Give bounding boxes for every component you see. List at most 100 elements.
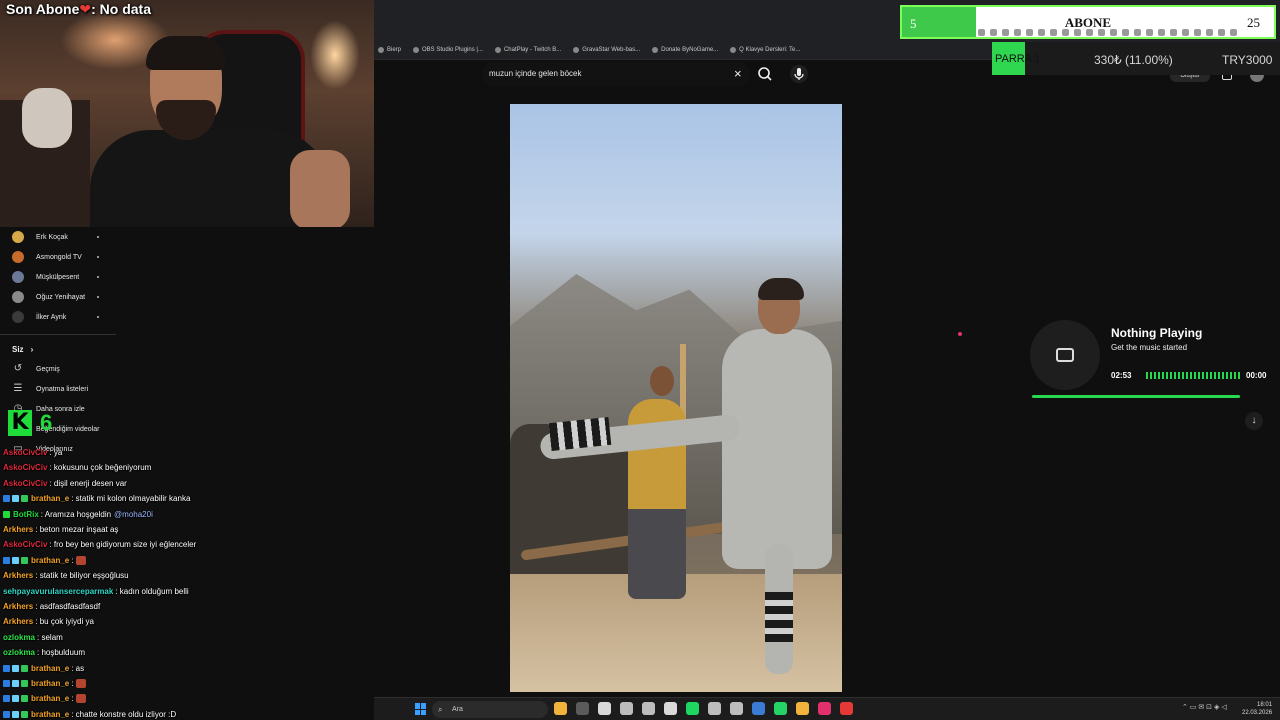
music-elapsed-time: 02:53 bbox=[1111, 371, 1132, 380]
chat-username[interactable]: brathan_e bbox=[31, 494, 69, 503]
channel-avatar bbox=[12, 291, 24, 303]
music-remaining-time: 00:00 bbox=[1246, 371, 1267, 380]
chat-badges bbox=[3, 495, 28, 503]
chat-text: : kadın olduğum belli bbox=[115, 586, 189, 596]
equalizer-bar bbox=[1178, 372, 1180, 379]
bookmark-label: OBS Studio Plugins |... bbox=[422, 46, 483, 53]
equalizer-bar bbox=[1194, 372, 1196, 379]
chat-username[interactable]: Arkhers bbox=[3, 617, 33, 626]
taskbar-app-icon[interactable] bbox=[642, 702, 655, 715]
scroll-down-icon[interactable]: ↓ bbox=[1245, 412, 1263, 430]
taskbar-app-icon[interactable] bbox=[664, 702, 677, 715]
shorts-video-player[interactable] bbox=[510, 104, 842, 692]
chat-text: : Aramıza hoşgeldin bbox=[40, 509, 112, 519]
sidebar-item-label: Geçmiş bbox=[36, 365, 60, 373]
badge-icon bbox=[3, 664, 10, 672]
chat-username[interactable]: BotRix bbox=[13, 510, 39, 519]
subscription-item[interactable]: Müşkülpesent bbox=[0, 267, 116, 287]
plush-toy bbox=[22, 88, 72, 148]
chat-message: brathan_e: chatte konstre oldu izliyor :… bbox=[3, 707, 176, 720]
emote-icon bbox=[76, 679, 87, 688]
chat-username[interactable]: brathan_e bbox=[31, 556, 69, 565]
chat-username[interactable]: brathan_e bbox=[31, 710, 69, 719]
system-tray[interactable]: ⌃ ▭ ✉ ⊡ ◈ ◁ bbox=[1182, 703, 1227, 711]
search-icon: ⌕ bbox=[438, 705, 443, 714]
taskbar-app-icon[interactable] bbox=[796, 702, 809, 715]
equalizer-bar bbox=[1226, 372, 1228, 379]
chat-badges bbox=[3, 695, 28, 703]
windows-start-icon[interactable] bbox=[415, 703, 427, 715]
subscription-item[interactable]: Oğuz Yenihayat bbox=[0, 287, 116, 307]
bookmark-item[interactable]: OBS Studio Plugins |... bbox=[413, 46, 483, 53]
chat-text: : statik te biliyor eşşoğlusu bbox=[35, 571, 129, 581]
bookmark-item[interactable]: Q Klavye Dersleri: Te... bbox=[730, 46, 800, 53]
chat-username[interactable]: sehpayavurulanserceparmak bbox=[3, 587, 113, 596]
chat-username[interactable]: AskoCivCiv bbox=[3, 540, 47, 549]
subscription-item[interactable]: İlker Aynk bbox=[0, 307, 116, 327]
chat-username[interactable]: Arkhers bbox=[3, 602, 33, 611]
chat-text: : as bbox=[71, 663, 85, 673]
taskbar-app-icon[interactable] bbox=[840, 702, 853, 715]
taskbar-app-icon[interactable] bbox=[752, 702, 765, 715]
bookmark-item[interactable]: Bierp bbox=[378, 46, 401, 53]
bookmark-label: Donate ByNoGame... bbox=[661, 46, 719, 53]
chat-username[interactable]: ozlokma bbox=[3, 633, 35, 642]
taskbar-app-icon[interactable] bbox=[576, 702, 589, 715]
search-icon[interactable] bbox=[755, 64, 775, 84]
windows-taskbar: ⌕ Ara ⌃ ▭ ✉ ⊡ ◈ ◁ 18:01 22.03.2026 bbox=[374, 697, 1280, 720]
chat-message: Arkhers: statik te biliyor eşşoğlusu bbox=[3, 568, 129, 583]
sidebar-item[interactable]: ☰ Oynatma listeleri bbox=[0, 379, 116, 399]
chat-username[interactable]: brathan_e bbox=[31, 694, 69, 703]
equalizer-bar bbox=[1190, 372, 1192, 379]
microphone-icon[interactable] bbox=[789, 64, 809, 84]
chat-text: : kokusunu çok beğeniyorum bbox=[49, 463, 152, 473]
chat-username[interactable]: AskoCivCiv bbox=[3, 463, 47, 472]
channel-avatar bbox=[12, 311, 24, 323]
badge-icon bbox=[3, 695, 10, 703]
chat-username[interactable]: brathan_e bbox=[31, 679, 69, 688]
subscription-label: Asmongold TV bbox=[36, 253, 82, 261]
badge-icon bbox=[21, 664, 28, 672]
taskbar-app-icon[interactable] bbox=[708, 702, 721, 715]
taskbar-app-icon[interactable] bbox=[620, 702, 633, 715]
bookmark-label: GravaStar Web-bas... bbox=[582, 46, 641, 53]
chat-mention[interactable]: @moha20i bbox=[114, 510, 153, 519]
bookmark-item[interactable]: ChatPlay - Twitch B... bbox=[494, 46, 561, 53]
chat-username[interactable]: Arkhers bbox=[3, 571, 33, 580]
subscription-item[interactable]: Asmongold TV bbox=[0, 247, 116, 267]
equalizer-bar bbox=[1182, 372, 1184, 379]
taskbar-app-icon[interactable] bbox=[686, 702, 699, 715]
taskbar-app-icon[interactable] bbox=[774, 702, 787, 715]
equalizer-bar bbox=[1218, 372, 1220, 379]
chat-username[interactable]: brathan_e bbox=[31, 664, 69, 673]
badge-icon bbox=[12, 710, 19, 718]
sidebar-divider bbox=[0, 334, 116, 335]
taskbar-clock[interactable]: 18:01 22.03.2026 bbox=[1242, 701, 1272, 717]
sidebar-item[interactable]: ↺ Geçmiş bbox=[0, 359, 116, 379]
screen: Bierp OBS Studio Plugins |... ChatPlay - T… bbox=[0, 0, 1280, 720]
chat-message: brathan_e: as bbox=[3, 661, 84, 676]
chat-username[interactable]: Arkhers bbox=[3, 525, 33, 534]
search-input[interactable]: muzun içinde gelen böcek bbox=[482, 62, 750, 86]
chat-message: AskoCivCiv: ya bbox=[3, 445, 62, 460]
chat-username[interactable]: AskoCivCiv bbox=[3, 448, 47, 457]
taskbar-apps bbox=[554, 702, 853, 715]
live-dot bbox=[97, 316, 99, 318]
equalizer-bar bbox=[1162, 372, 1164, 379]
subscription-item[interactable]: Erk Koçak bbox=[0, 227, 116, 247]
taskbar-app-icon[interactable] bbox=[730, 702, 743, 715]
taskbar-app-icon[interactable] bbox=[554, 702, 567, 715]
clear-search-icon[interactable]: × bbox=[734, 66, 742, 81]
chat-username[interactable]: ozlokma bbox=[3, 648, 35, 657]
taskbar-app-icon[interactable] bbox=[818, 702, 831, 715]
badge-icon bbox=[21, 695, 28, 703]
equalizer-bar bbox=[1174, 372, 1176, 379]
chat-username[interactable]: AskoCivCiv bbox=[3, 479, 47, 488]
taskbar-app-icon[interactable] bbox=[598, 702, 611, 715]
bookmark-item[interactable]: Donate ByNoGame... bbox=[652, 46, 719, 53]
you-section-header[interactable]: Siz › bbox=[12, 345, 33, 354]
live-dot bbox=[97, 236, 99, 238]
chat-text: : chatte konstre oldu izliyor :D bbox=[71, 709, 177, 719]
taskbar-search[interactable]: ⌕ Ara bbox=[432, 701, 548, 718]
bookmark-item[interactable]: GravaStar Web-bas... bbox=[573, 46, 641, 53]
